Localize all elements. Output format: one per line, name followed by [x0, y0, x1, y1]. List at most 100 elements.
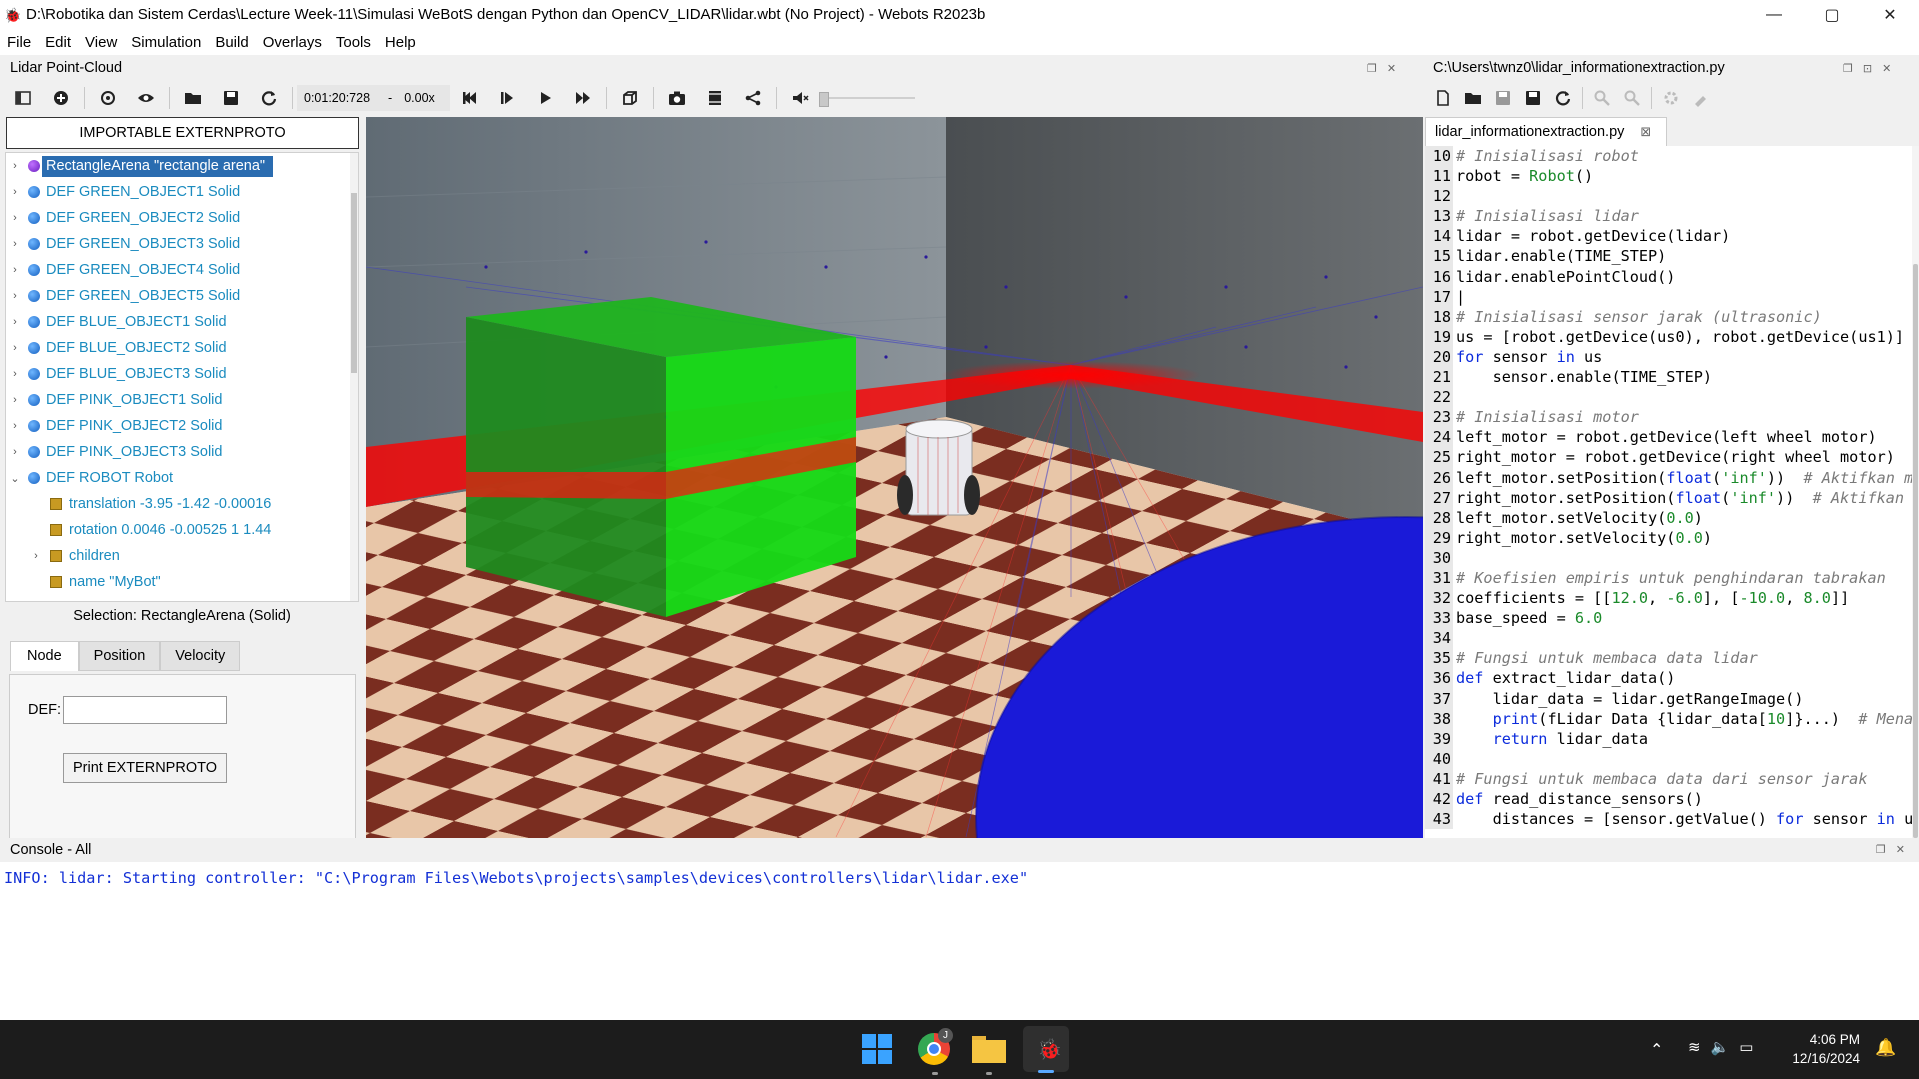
scene-tree-item[interactable]: › DEF BLUE_OBJECT2 Solid: [6, 335, 358, 361]
editor-scrollbar[interactable]: [1912, 146, 1919, 838]
save-world-icon[interactable]: [212, 84, 250, 112]
share-icon[interactable]: [734, 84, 772, 112]
scene-tree-item[interactable]: › DEF BLUE_OBJECT1 Solid: [6, 309, 358, 335]
step-icon[interactable]: [488, 84, 526, 112]
scene-tree-item[interactable]: › RectangleArena "rectangle arena": [6, 153, 358, 179]
file-explorer-icon[interactable]: [972, 1036, 1006, 1063]
menu-overlays[interactable]: Overlays: [256, 34, 329, 51]
float-icon[interactable]: ❐: [1843, 62, 1853, 75]
chrome-icon[interactable]: J: [918, 1028, 953, 1065]
new-file-icon[interactable]: [1428, 84, 1458, 112]
save-all-icon[interactable]: [1518, 84, 1548, 112]
reset-view-icon[interactable]: [89, 84, 127, 112]
minimize-button[interactable]: —: [1745, 0, 1803, 29]
clean-brush-icon[interactable]: [1686, 84, 1716, 112]
scene-tree-item[interactable]: › DEF PINK_OBJECT1 Solid: [6, 387, 358, 413]
chevron-down-icon[interactable]: ⌄: [8, 472, 22, 485]
tab-node[interactable]: Node: [10, 641, 79, 671]
editor-file-tab[interactable]: lidar_informationextraction.py ⊠: [1425, 117, 1667, 146]
chevron-right-icon[interactable]: ›: [8, 368, 22, 380]
open-file-icon[interactable]: [1458, 84, 1488, 112]
tab-position[interactable]: Position: [78, 641, 161, 671]
chevron-right-icon[interactable]: ›: [8, 342, 22, 354]
scene-tree-item[interactable]: › DEF GREEN_OBJECT3 Solid: [6, 231, 358, 257]
scene-tree-item[interactable]: › DEF GREEN_OBJECT5 Solid: [6, 283, 358, 309]
menu-help[interactable]: Help: [378, 34, 423, 51]
scene-tree-item[interactable]: rotation 0.0046 -0.00525 1 1.44: [6, 517, 358, 543]
wifi-icon[interactable]: ≋: [1688, 1038, 1701, 1056]
chevron-right-icon[interactable]: ›: [29, 550, 43, 562]
importable-externproto-button[interactable]: IMPORTABLE EXTERNPROTO: [6, 117, 359, 149]
scene-tree-item[interactable]: ⌄ DEF ROBOT Robot: [6, 465, 358, 491]
close-pane-icon[interactable]: ✕: [1882, 62, 1891, 75]
close-pane-icon[interactable]: ✕: [1896, 843, 1905, 856]
menu-edit[interactable]: Edit: [38, 34, 78, 51]
open-world-icon[interactable]: [174, 84, 212, 112]
scene-tree-item[interactable]: › DEF GREEN_OBJECT1 Solid: [6, 179, 358, 205]
menu-tools[interactable]: Tools: [329, 34, 378, 51]
3d-viewport[interactable]: [366, 117, 1423, 838]
code-editor[interactable]: 10 # Inisialisasi robot 11 robot = Robot() 1…: [1425, 146, 1919, 838]
chevron-right-icon[interactable]: ›: [8, 446, 22, 458]
find-icon[interactable]: [1587, 84, 1617, 112]
chevron-right-icon[interactable]: ›: [8, 264, 22, 276]
eye-icon[interactable]: [127, 84, 165, 112]
chevron-right-icon[interactable]: ›: [8, 160, 22, 172]
scene-tree-item[interactable]: › DEF PINK_OBJECT2 Solid: [6, 413, 358, 439]
float-icon[interactable]: ❐: [1876, 843, 1886, 856]
system-tray[interactable]: ≋ 🔈 ▭: [1688, 1038, 1753, 1056]
webots-taskbar-button[interactable]: 🐞: [1023, 1026, 1069, 1073]
chevron-right-icon[interactable]: ›: [8, 316, 22, 328]
float-icon[interactable]: ❐: [1367, 62, 1377, 75]
scene-tree-scrollbar[interactable]: [350, 153, 358, 601]
menu-file[interactable]: File: [0, 34, 38, 51]
menu-simulation[interactable]: Simulation: [124, 34, 208, 51]
close-button[interactable]: ✕: [1861, 0, 1919, 29]
fast-forward-icon[interactable]: [564, 84, 602, 112]
chevron-right-icon[interactable]: ›: [8, 186, 22, 198]
record-video-icon[interactable]: [696, 84, 734, 112]
mute-speaker-icon[interactable]: [781, 84, 819, 112]
scene-tree-item[interactable]: › DEF PINK_OBJECT3 Solid: [6, 439, 358, 465]
replace-icon[interactable]: [1617, 84, 1647, 112]
menu-build[interactable]: Build: [208, 34, 255, 51]
scene-tree-item[interactable]: › DEF BLUE_OBJECT3 Solid: [6, 361, 358, 387]
windows-start-icon[interactable]: [862, 1034, 892, 1064]
revert-file-icon[interactable]: [1548, 84, 1578, 112]
tab-close-icon[interactable]: ⊠: [1640, 124, 1651, 140]
def-input[interactable]: [63, 696, 227, 724]
toggle-scene-tree-icon[interactable]: [4, 84, 42, 112]
clock[interactable]: 4:06 PM 12/16/2024: [1780, 1030, 1860, 1068]
projection-cube-icon[interactable]: [611, 84, 649, 112]
reset-simulation-icon[interactable]: [450, 84, 488, 112]
add-node-icon[interactable]: [42, 84, 80, 112]
maximize-pane-icon[interactable]: ⊡: [1863, 62, 1872, 75]
volume-slider-handle[interactable]: [819, 92, 829, 107]
build-gear-icon[interactable]: [1656, 84, 1686, 112]
scene-tree-item[interactable]: › DEF GREEN_OBJECT2 Solid: [6, 205, 358, 231]
chevron-right-icon[interactable]: ›: [8, 420, 22, 432]
scene-tree-item[interactable]: name "MyBot": [6, 569, 358, 595]
print-externproto-button[interactable]: Print EXTERNPROTO: [63, 753, 227, 783]
chevron-right-icon[interactable]: ›: [8, 394, 22, 406]
console-output[interactable]: INFO: lidar: Starting controller: "C:\Pr…: [0, 862, 1919, 1020]
reload-world-icon[interactable]: [250, 84, 288, 112]
screenshot-camera-icon[interactable]: [658, 84, 696, 112]
tab-velocity[interactable]: Velocity: [160, 641, 241, 671]
tray-chevron-up-icon[interactable]: ⌃: [1650, 1040, 1663, 1060]
volume-slider[interactable]: [819, 88, 919, 108]
play-icon[interactable]: [526, 84, 564, 112]
scene-tree-item[interactable]: › DEF GREEN_OBJECT4 Solid: [6, 257, 358, 283]
menu-view[interactable]: View: [78, 34, 124, 51]
maximize-button[interactable]: ▢: [1803, 0, 1861, 29]
chevron-right-icon[interactable]: ›: [8, 290, 22, 302]
chevron-right-icon[interactable]: ›: [8, 238, 22, 250]
chevron-right-icon[interactable]: ›: [8, 212, 22, 224]
scene-tree-item[interactable]: › children: [6, 543, 358, 569]
scene-tree-scrollbar-thumb[interactable]: [351, 193, 357, 373]
notification-bell-icon[interactable]: 🔔: [1875, 1038, 1896, 1058]
battery-icon[interactable]: ▭: [1739, 1038, 1753, 1056]
close-pane-icon[interactable]: ✕: [1387, 62, 1396, 75]
editor-scrollbar-thumb[interactable]: [1913, 264, 1918, 838]
save-file-icon[interactable]: [1488, 84, 1518, 112]
